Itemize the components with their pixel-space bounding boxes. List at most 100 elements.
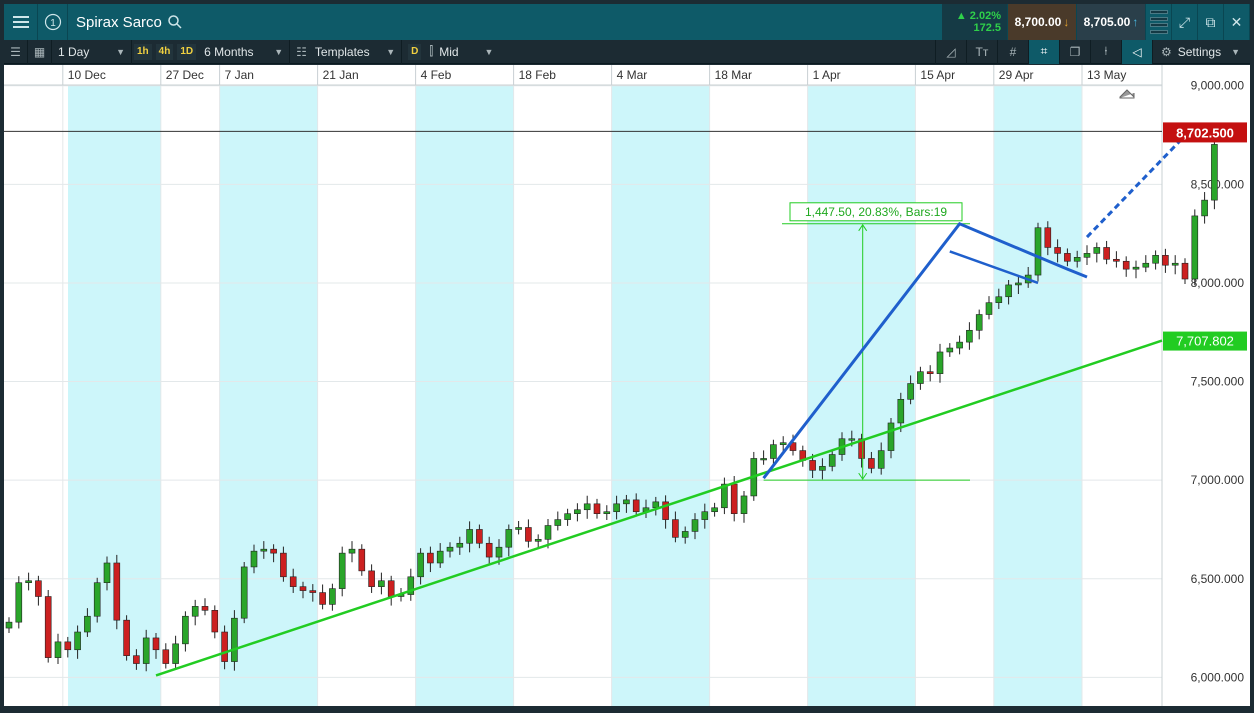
date-tick-label: 7 Jan — [225, 68, 254, 82]
price-type-label: Mid — [439, 44, 459, 59]
candle-body — [338, 552, 346, 589]
candle-body — [1005, 284, 1012, 298]
chart-toolbar: ☰ ▦ 1 Day ▼ 1h 4h 1D 6 Months ▼ ☷ Templates… — [4, 39, 1250, 64]
candle-body — [1122, 260, 1130, 270]
candle-body — [975, 314, 983, 331]
candle-body — [711, 507, 718, 513]
candle-body — [299, 586, 307, 591]
candle-body — [779, 442, 787, 445]
candle-body — [211, 610, 219, 633]
templates-select[interactable]: ☷ Templates ▼ — [290, 39, 403, 64]
instrument-name[interactable]: Spirax Sarco — [68, 14, 168, 31]
draw-line-icon[interactable]: ◿ — [934, 39, 966, 64]
price-tick-label: 7,500.000 — [1191, 375, 1245, 389]
caret-down-icon: ▼ — [274, 46, 284, 57]
layout-stack-icon[interactable] — [1146, 4, 1172, 40]
candle-body — [35, 580, 42, 597]
candle-body — [1162, 255, 1169, 266]
candle-body — [544, 525, 552, 540]
candle-body — [368, 570, 375, 587]
date-tick-label: 1 Apr — [813, 68, 841, 82]
date-tick-label: 27 Dec — [166, 68, 204, 82]
sell-arrow-icon: ↓ — [1063, 15, 1070, 29]
menu-icon[interactable] — [4, 4, 38, 40]
date-tick-label: 21 Jan — [323, 68, 359, 82]
candle-body — [1211, 144, 1218, 201]
time-band — [415, 85, 514, 706]
date-tick-label: 18 Mar — [715, 68, 752, 82]
date-tick-label: 10 Dec — [68, 68, 106, 82]
candle-body — [1054, 247, 1061, 254]
candle-body — [485, 542, 493, 558]
date-tick-label: 13 May — [1087, 68, 1126, 82]
indicator-icon[interactable]: ⍿ — [1089, 39, 1121, 64]
candle-body — [966, 329, 973, 343]
buy-price: 8,705.00 — [1083, 15, 1131, 29]
expand-icon[interactable]: ⤢ — [1172, 4, 1198, 40]
candle-body — [956, 341, 963, 349]
candle-body — [456, 542, 464, 548]
settings-button[interactable]: ⚙ Settings ▼ — [1151, 39, 1250, 64]
candle-body — [1132, 266, 1140, 270]
close-icon[interactable]: ✕ — [1224, 4, 1250, 40]
tag-icon[interactable]: ◁ — [1120, 39, 1152, 64]
candle-body — [995, 296, 1003, 303]
text-tool-icon[interactable]: Tт — [965, 39, 997, 64]
sell-button[interactable]: 8,700.00 ↓ — [1008, 4, 1077, 40]
candle-body — [103, 562, 111, 584]
candle-body — [574, 509, 581, 514]
candle-body — [270, 548, 277, 554]
candle-body — [672, 519, 679, 538]
range-select[interactable]: 6 Months ▼ — [198, 39, 291, 64]
popout-icon[interactable]: ⧉ — [1198, 4, 1224, 40]
timeframe-1d-button[interactable]: 1D — [177, 43, 197, 60]
chart-canvas[interactable]: 10 Dec 27 Dec 7 Jan 21 Jan 4 Feb 18 Feb 4 Mar 1… — [4, 65, 1250, 706]
caret-down-icon: ▼ — [1231, 46, 1240, 57]
buy-button[interactable]: 8,705.00 ↑ — [1077, 4, 1146, 40]
list-icon[interactable]: ☰ — [4, 39, 28, 64]
candle-body — [289, 576, 297, 587]
buy-arrow-icon: ↑ — [1132, 15, 1139, 29]
grid-toggle-icon[interactable]: # — [996, 39, 1028, 64]
date-tick-label: 4 Feb — [421, 68, 452, 82]
candle-body — [917, 371, 924, 384]
candle-body — [907, 383, 914, 400]
measure-label: 1,447.50, 20.83%, Bars:19 — [805, 205, 947, 219]
timeframe-4h-button[interactable]: 4h — [155, 43, 174, 60]
candle-body — [1171, 262, 1179, 266]
candle-body — [309, 590, 317, 593]
range-label: 6 Months — [204, 44, 254, 59]
candle-body — [613, 503, 620, 513]
candle-body — [564, 513, 571, 520]
candle-body — [25, 580, 32, 584]
candle-body — [877, 450, 885, 469]
candle-body — [554, 519, 562, 526]
candle-body — [730, 483, 738, 514]
crosshair-grid-icon[interactable]: ⌗ — [1027, 39, 1059, 64]
candle-body — [525, 527, 532, 542]
price-tick-label: 7,000.000 — [1191, 473, 1245, 487]
templates-label: Templates — [314, 44, 370, 59]
price-type-select[interactable]: ⫿ Mid ▼ — [423, 40, 499, 64]
change-absolute: 172.5 — [973, 22, 1001, 34]
price-type-badge[interactable]: D — [408, 43, 422, 60]
interval-select[interactable]: 1 Day ▼ — [52, 39, 132, 64]
candle-body — [74, 631, 81, 651]
grid-layout-icon[interactable]: ▦ — [28, 39, 52, 64]
candle-body — [348, 548, 356, 554]
candle-body — [15, 582, 23, 623]
candle-body — [5, 621, 13, 629]
candle-body — [946, 347, 954, 353]
window-number-badge[interactable]: 1 — [38, 4, 68, 40]
window-number: 1 — [50, 18, 56, 29]
candles-icon: ⫿ — [429, 44, 434, 58]
interval-label: 1 Day — [58, 44, 90, 59]
timeframe-1h-button[interactable]: 1h — [134, 43, 152, 60]
candle-body — [329, 588, 336, 605]
price-chart[interactable]: 10 Dec 27 Dec 7 Jan 21 Jan 4 Feb 18 Feb 4 Mar 1… — [4, 65, 1250, 706]
settings-label: Settings — [1177, 44, 1222, 59]
candle-body — [652, 501, 660, 509]
copy-icon[interactable]: ❐ — [1058, 39, 1090, 64]
candle-body — [828, 454, 836, 467]
search-icon[interactable] — [168, 15, 182, 29]
